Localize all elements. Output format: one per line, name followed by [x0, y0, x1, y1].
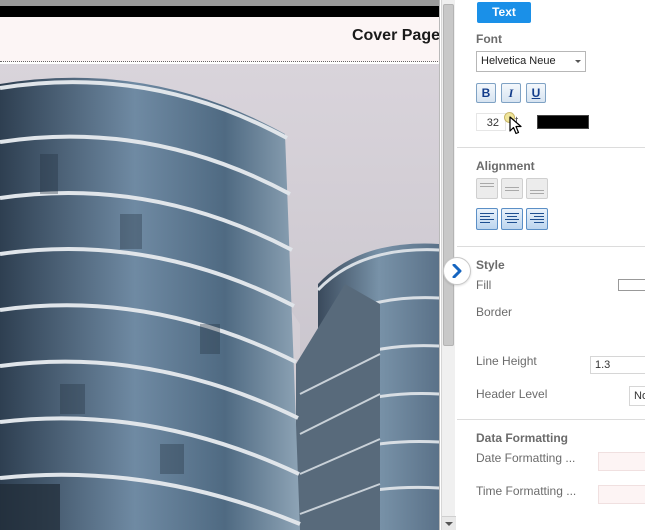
font-color-swatch[interactable] [537, 115, 589, 129]
page-header-region[interactable]: Cover Page [0, 17, 439, 62]
underline-button[interactable]: U [526, 83, 546, 103]
bold-button[interactable]: B [476, 83, 496, 103]
align-top-button[interactable] [476, 178, 498, 199]
font-family-value: Helvetica Neue [481, 55, 556, 67]
font-family-select[interactable]: Helvetica Neue [476, 51, 586, 72]
style-section-label: Style [476, 258, 505, 272]
align-left-button[interactable] [476, 208, 498, 230]
chevron-right-icon [452, 264, 462, 278]
data-formatting-section-label: Data Formatting [476, 431, 569, 445]
divider [457, 147, 645, 148]
align-middle-button[interactable] [501, 178, 523, 199]
divider [457, 246, 645, 247]
collapse-panel-button[interactable] [443, 257, 471, 285]
header-level-select[interactable]: No [629, 386, 645, 406]
line-height-label: Line Height [476, 354, 537, 368]
align-bottom-button[interactable] [526, 178, 548, 199]
scroll-down-arrow-icon[interactable] [442, 516, 456, 530]
date-formatting-input[interactable] [598, 452, 645, 471]
cover-page-title[interactable]: Cover Page [352, 27, 439, 45]
divider [457, 419, 645, 420]
canvas-top-band [0, 6, 439, 17]
building-photo-graphic [0, 64, 439, 530]
header-level-label: Header Level [476, 387, 548, 401]
fill-color-swatch[interactable] [618, 279, 645, 291]
report-editor: Cover Page Text Font Helvetica Neue B I … [0, 0, 645, 530]
scrollbar-thumb[interactable] [443, 4, 454, 346]
font-section-label: Font [476, 32, 502, 46]
font-size-input[interactable]: 32 [476, 113, 506, 131]
time-formatting-input[interactable] [598, 485, 645, 504]
date-formatting-label: Date Formatting ... [476, 451, 576, 465]
alignment-section-label: Alignment [476, 159, 535, 173]
building-photo[interactable] [0, 64, 439, 530]
report-canvas: Cover Page [0, 0, 440, 530]
align-right-button[interactable] [526, 208, 548, 230]
italic-button[interactable]: I [501, 83, 521, 103]
line-height-input[interactable]: 1.3 [590, 356, 645, 374]
mouse-pointer-icon [509, 116, 522, 135]
fill-label: Fill [476, 278, 492, 292]
align-center-button[interactable] [501, 208, 523, 230]
border-label: Border [476, 305, 513, 319]
properties-panel: Text Font Helvetica Neue B I U 32 pt Ali… [457, 0, 645, 530]
chevron-down-icon [575, 60, 581, 63]
time-formatting-label: Time Formatting ... [476, 484, 577, 498]
tab-text[interactable]: Text [477, 2, 531, 23]
